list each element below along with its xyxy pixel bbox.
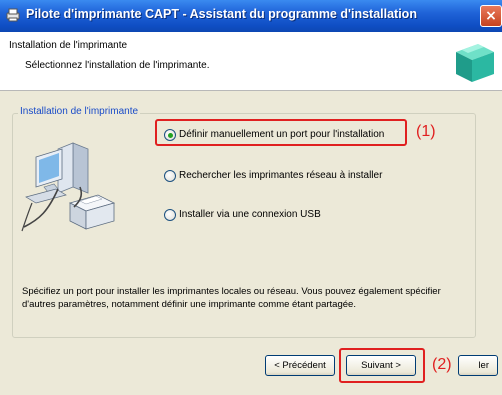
- computer-printer-illustration: [21, 142, 116, 232]
- callout-2: (2): [431, 356, 453, 374]
- printer-driver-icon: [6, 8, 20, 22]
- back-button[interactable]: < Précédent: [265, 355, 335, 376]
- highlight-box-option-1: [155, 119, 407, 146]
- header-subtitle: Sélectionnez l'installation de l'imprima…: [25, 60, 210, 71]
- header-title: Installation de l'imprimante: [9, 40, 128, 51]
- radio-button[interactable]: [164, 209, 176, 221]
- radio-usb-label: Installer via une connexion USB: [179, 209, 321, 220]
- radio-network-search[interactable]: Rechercher les imprimantes réseau à inst…: [164, 169, 424, 185]
- installer-box-icon: [456, 44, 494, 82]
- wizard-body: Installation de l'imprimante Définir man…: [0, 91, 502, 395]
- close-button[interactable]: ×: [480, 5, 502, 27]
- wizard-header: Installation de l'imprimante Sélectionne…: [0, 32, 502, 91]
- radio-usb[interactable]: Installer via une connexion USB: [164, 208, 364, 224]
- cancel-button[interactable]: ler: [458, 355, 498, 376]
- callout-1: (1): [416, 123, 436, 140]
- title-bar[interactable]: Pilote d'imprimante CAPT - Assistant du …: [0, 0, 502, 32]
- highlight-box-next: [339, 348, 425, 383]
- installer-window: Pilote d'imprimante CAPT - Assistant du …: [0, 0, 502, 395]
- option-description: Spécifiez un port pour installer les imp…: [22, 286, 441, 310]
- radio-network-search-label: Rechercher les imprimantes réseau à inst…: [179, 170, 383, 181]
- radio-button[interactable]: [164, 170, 176, 182]
- groupbox-legend: Installation de l'imprimante: [18, 106, 141, 117]
- window-title: Pilote d'imprimante CAPT - Assistant du …: [26, 7, 417, 21]
